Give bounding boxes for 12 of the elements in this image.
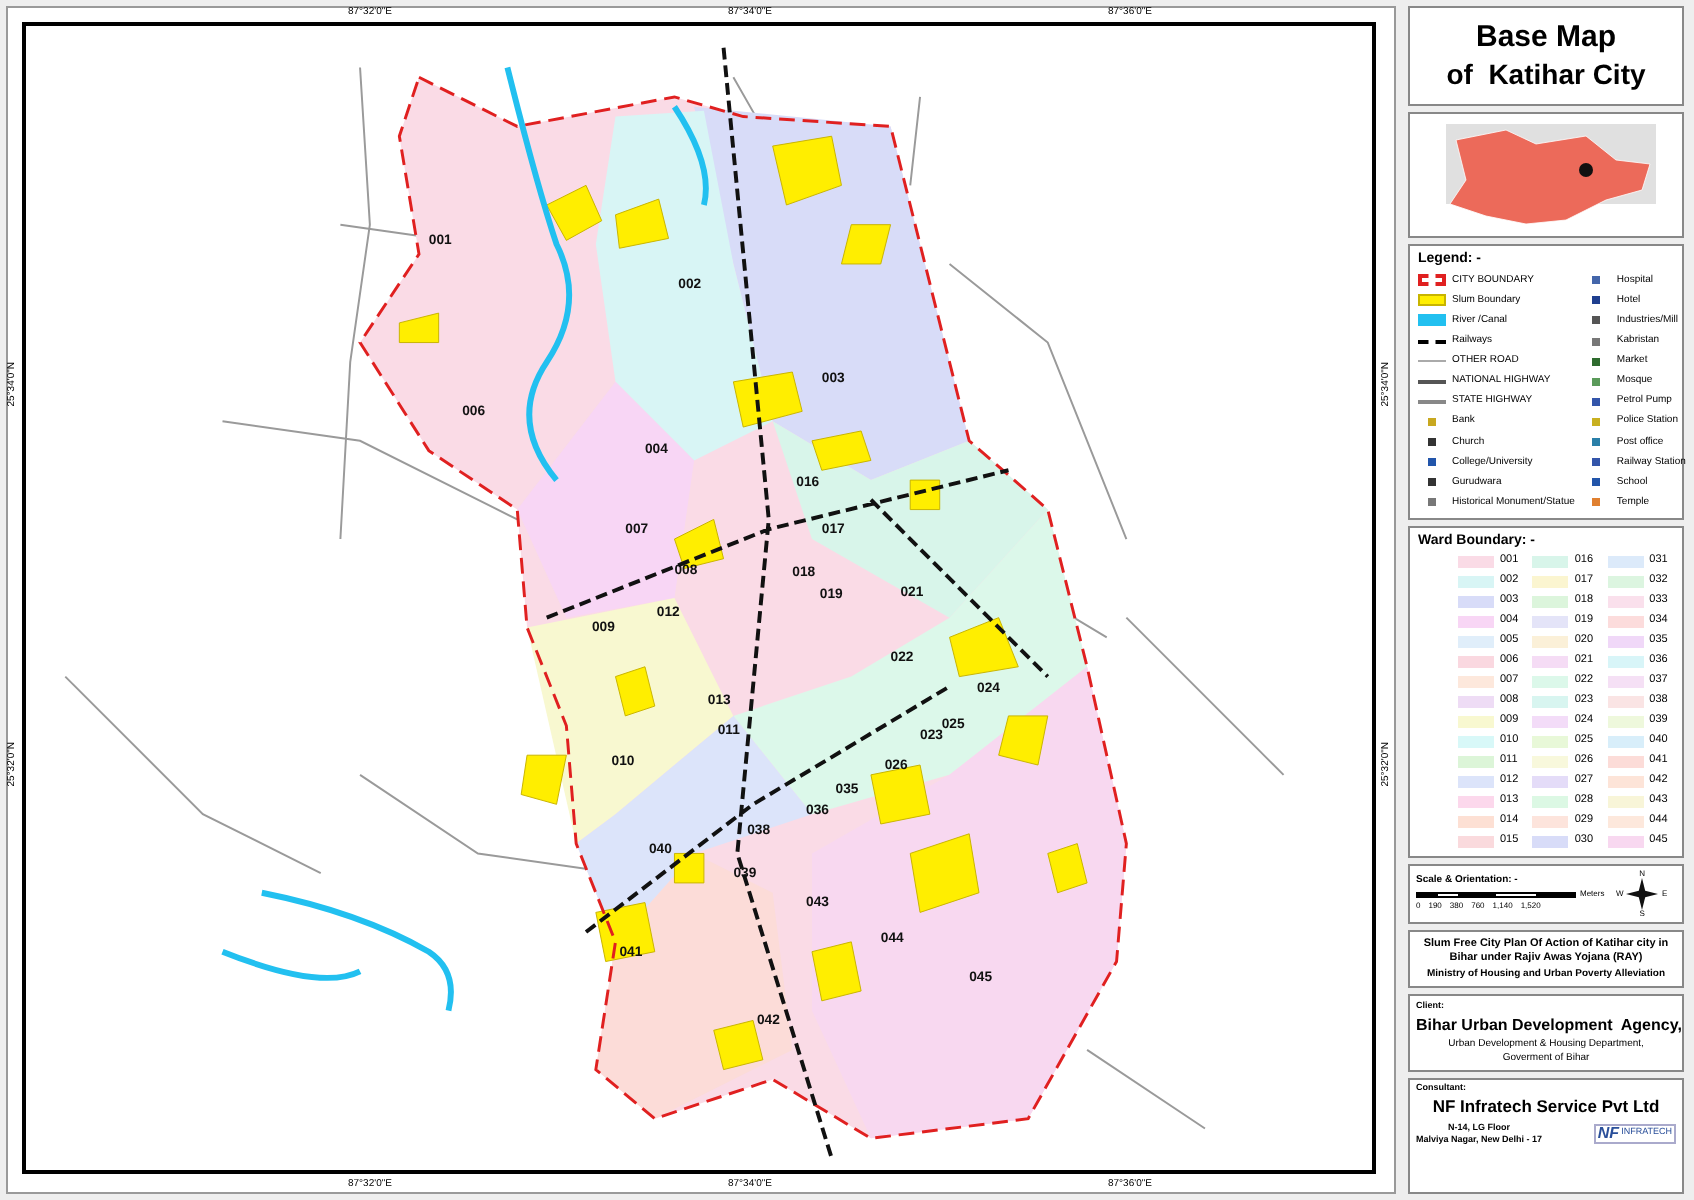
compass-rose-icon (1626, 877, 1659, 910)
river-swatch (1418, 314, 1446, 327)
highway-line-icon (1418, 379, 1446, 384)
slum-swatch (1418, 294, 1446, 307)
road-line-icon (1418, 360, 1446, 363)
map-title: Base Map (1475, 19, 1617, 58)
map-subtitle: of Katihar City (1446, 57, 1646, 93)
boundary-swatch (1418, 274, 1446, 287)
consultant-name: NF Infratech Service Pvt Ltd (1430, 1096, 1662, 1118)
highway-line-icon (1418, 399, 1446, 404)
client-name: Bihar Urban Development Agency, (1416, 1015, 1676, 1036)
railway-line-icon (1418, 339, 1446, 344)
